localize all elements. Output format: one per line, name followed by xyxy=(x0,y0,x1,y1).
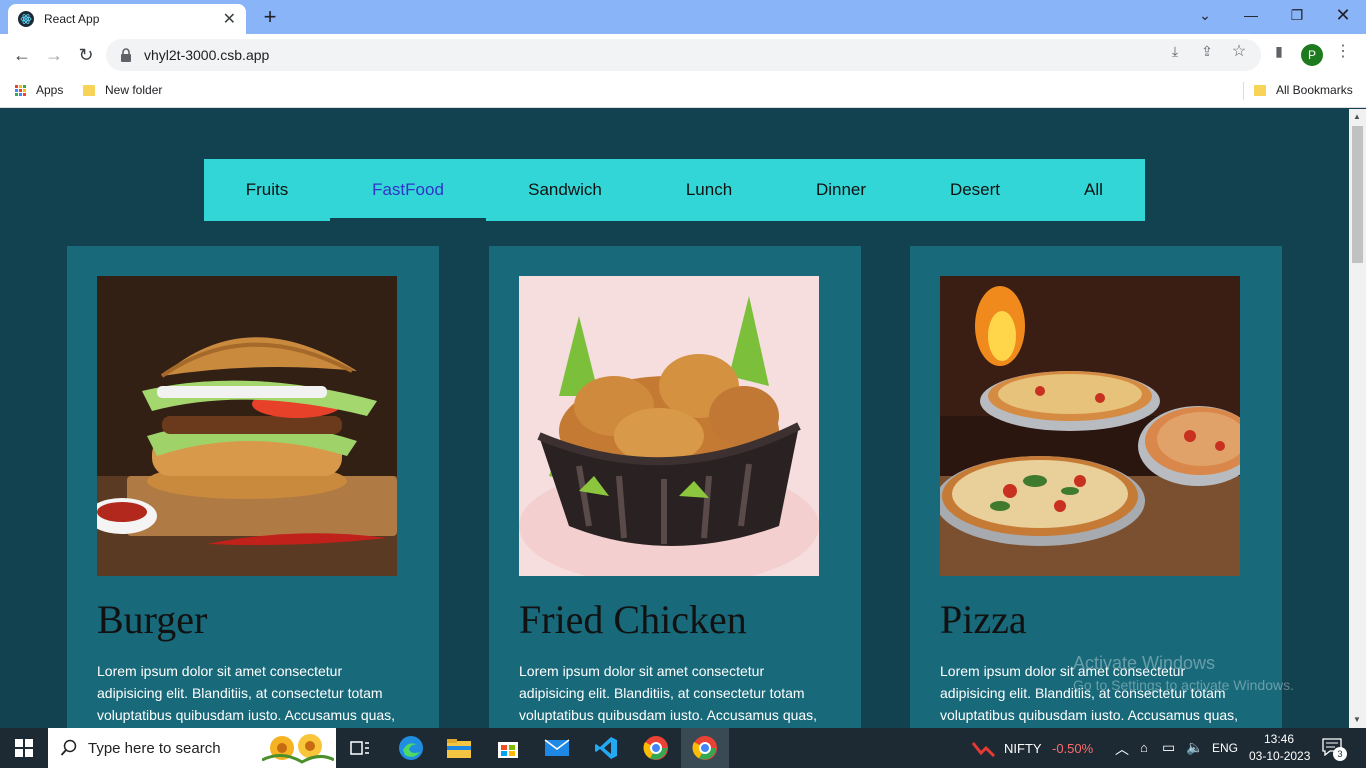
volume-icon[interactable]: 🔈 xyxy=(1186,739,1203,756)
stock-change[interactable]: -0.50% xyxy=(1052,741,1093,756)
menu-item-sandwich[interactable]: Sandwich xyxy=(486,159,644,221)
chevron-up-icon[interactable]: ︿ xyxy=(1115,739,1129,759)
profile-avatar[interactable]: P xyxy=(1301,44,1323,66)
food-card: Burger Lorem ipsum dolor sit amet consec… xyxy=(67,246,439,728)
vscode-icon[interactable] xyxy=(582,728,630,768)
flowers-icon xyxy=(262,734,334,764)
new-tab-button[interactable]: + xyxy=(258,6,282,30)
language-indicator[interactable]: ENG xyxy=(1212,741,1238,755)
food-card: Fried Chicken Lorem ipsum dolor sit amet… xyxy=(489,246,861,728)
bookmark-star-icon[interactable]: ☆ xyxy=(1230,42,1248,60)
scrollbar-thumb[interactable] xyxy=(1352,126,1363,263)
lock-icon xyxy=(121,48,131,62)
network-icon[interactable]: ⌂ xyxy=(1140,740,1148,755)
card-title: Burger xyxy=(97,597,208,642)
bookmark-all[interactable]: All Bookmarks xyxy=(1254,83,1353,97)
card-title: Fried Chicken xyxy=(519,597,747,642)
card-title: Pizza xyxy=(940,597,1027,642)
edge-icon[interactable] xyxy=(387,728,435,768)
menu-item-dinner[interactable]: Dinner xyxy=(774,159,908,221)
menu-kebab-icon[interactable]: ⋮ xyxy=(1334,42,1352,60)
clock-time[interactable]: 13:46 xyxy=(1264,732,1294,746)
scroll-up-icon[interactable]: ▲ xyxy=(1353,112,1361,121)
bookmark-apps[interactable]: Apps xyxy=(15,83,63,97)
watermark-line2: Go to Settings to activate Windows. xyxy=(1073,677,1294,693)
taskbar-search[interactable]: Type here to search xyxy=(48,728,336,768)
back-icon[interactable]: ← xyxy=(10,43,34,67)
card-description: Lorem ipsum dolor sit amet consectetur a… xyxy=(519,663,818,723)
folder-icon xyxy=(83,84,95,96)
forward-icon[interactable]: → xyxy=(42,43,66,67)
share-icon[interactable]: ⇪ xyxy=(1198,42,1216,60)
apps-grid-icon xyxy=(15,84,26,96)
activate-windows-watermark: Activate Windows Go to Settings to activ… xyxy=(1073,653,1294,693)
store-icon[interactable] xyxy=(484,728,532,768)
mail-icon[interactable] xyxy=(533,728,581,768)
start-button[interactable] xyxy=(0,728,48,768)
side-panel-icon[interactable]: ▮ xyxy=(1270,42,1288,60)
bookmarks-divider xyxy=(1243,82,1244,100)
bookmark-folder-label: New folder xyxy=(105,83,163,97)
menu-item-all[interactable]: All xyxy=(1042,159,1145,221)
restore-button[interactable]: ❐ xyxy=(1274,0,1320,30)
tab-close-icon[interactable]: ✕ xyxy=(223,9,236,29)
menu-item-lunch[interactable]: Lunch xyxy=(644,159,774,221)
stock-name[interactable]: NIFTY xyxy=(1004,741,1042,756)
burger-image xyxy=(97,276,397,576)
chrome-profile-icon[interactable] xyxy=(681,728,729,768)
file-explorer-icon[interactable] xyxy=(435,728,483,768)
menu-item-fastfood[interactable]: FastFood xyxy=(330,159,486,221)
url-text: vhyl2t-3000.csb.app xyxy=(144,47,270,63)
search-icon xyxy=(60,739,77,756)
page-content: Fruits FastFood Sandwich Lunch Dinner De… xyxy=(0,109,1349,728)
reload-icon[interactable]: ↻ xyxy=(74,43,98,67)
folder-icon xyxy=(1254,84,1266,96)
browser-tab-strip: React App ✕ + ⌄ — ❐ ✕ xyxy=(0,0,1366,34)
windows-logo-icon xyxy=(15,739,33,757)
search-placeholder: Type here to search xyxy=(88,739,221,757)
notification-badge: 3 xyxy=(1333,747,1347,761)
watermark-line1: Activate Windows xyxy=(1073,653,1216,673)
react-icon xyxy=(18,11,34,27)
pizza-image xyxy=(940,276,1240,576)
task-view-icon[interactable] xyxy=(336,728,384,768)
bookmark-new-folder[interactable]: New folder xyxy=(83,83,162,97)
tab-search-icon[interactable]: ⌄ xyxy=(1182,0,1228,30)
browser-toolbar: ← → ↻ vhyl2t-3000.csb.app ⤓ ⇪ ☆ ▮ ⋮ xyxy=(0,34,1366,76)
install-icon[interactable]: ⤓ xyxy=(1166,42,1184,60)
clock-date[interactable]: 03-10-2023 xyxy=(1249,749,1310,763)
display-icon[interactable]: ▭ xyxy=(1162,739,1175,756)
page-scrollbar[interactable]: ▲ ▼ xyxy=(1349,109,1366,728)
browser-tab[interactable]: React App ✕ xyxy=(8,4,246,34)
notification-center[interactable]: 3 xyxy=(1322,738,1347,761)
chrome-icon[interactable] xyxy=(632,728,680,768)
card-description: Lorem ipsum dolor sit amet consectetur a… xyxy=(97,663,396,723)
category-menu: Fruits FastFood Sandwich Lunch Dinner De… xyxy=(204,159,1145,221)
fried-chicken-image xyxy=(519,276,819,576)
bookmarks-bar: Apps New folder All Bookmarks xyxy=(0,76,1366,108)
address-bar[interactable]: vhyl2t-3000.csb.app xyxy=(106,39,1261,71)
menu-item-fruits[interactable]: Fruits xyxy=(204,159,330,221)
tab-title: React App xyxy=(44,12,100,26)
menu-item-desert[interactable]: Desert xyxy=(908,159,1042,221)
stock-chart-icon xyxy=(972,742,996,757)
bookmark-apps-label: Apps xyxy=(36,83,64,97)
minimize-button[interactable]: — xyxy=(1228,0,1274,30)
scroll-down-icon[interactable]: ▼ xyxy=(1353,715,1361,724)
bookmark-all-label: All Bookmarks xyxy=(1276,83,1353,97)
windows-taskbar: Type here to search NIFTY -0.50% ︿ ⌂ ▭ 🔈… xyxy=(0,728,1366,768)
close-window-button[interactable]: ✕ xyxy=(1320,0,1366,30)
